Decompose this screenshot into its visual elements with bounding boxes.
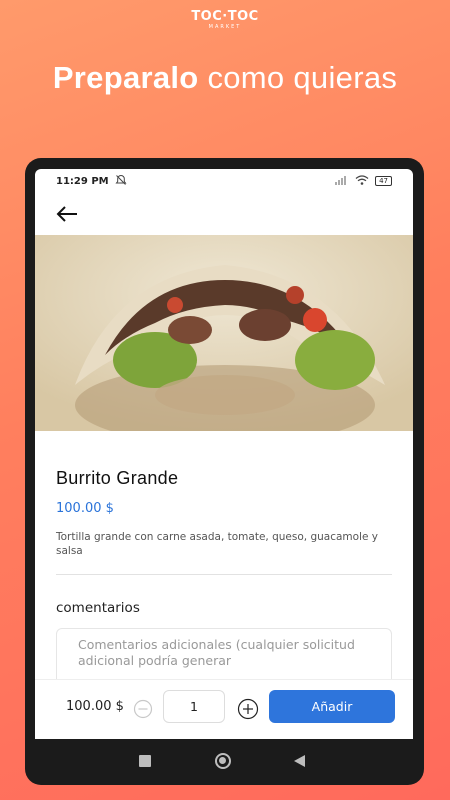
status-bar: 11:29 PM 47 [35,169,413,193]
status-icons: 47 [335,174,392,188]
nav-back-icon[interactable] [294,755,305,767]
do-not-disturb-icon [115,174,127,189]
product-details: Burrito Grande 100.00 $ Tortilla grande … [35,468,413,688]
status-time: 11:29 PM [56,175,109,187]
decrease-quantity-button[interactable] [133,699,153,719]
total-price: 100.00 $ [66,699,124,714]
quantity-field[interactable]: 1 [163,690,225,723]
system-nav-bar [25,739,424,785]
signal-icon [335,175,349,188]
comments-label: comentarios [56,600,140,616]
cart-bar: 100.00 $ 1 Añadir [35,679,413,739]
wifi-icon [355,174,369,188]
headline-bold: Preparalo [52,60,199,95]
top-bar [35,193,413,235]
phone-frame: 11:29 PM 47 Burrito Grande 100.00 $ Tort… [25,158,424,785]
headline-rest: como quieras [207,60,398,95]
product-image [35,235,413,431]
app-logo: TOC·TOC MARKET [0,9,450,31]
battery-icon: 47 [375,176,392,186]
home-icon[interactable] [215,753,231,769]
product-title: Burrito Grande [56,468,179,488]
product-price: 100.00 $ [56,501,114,516]
product-description: Tortilla grande con carne asada, tomate,… [56,531,378,557]
increase-quantity-button[interactable] [237,698,259,720]
logo-subtitle: MARKET [208,24,242,30]
phone-screen: 11:29 PM 47 Burrito Grande 100.00 $ Tort… [35,169,413,739]
back-arrow-icon[interactable] [55,199,85,229]
promo-headline: Preparalo como quieras [0,60,450,96]
recents-icon[interactable] [139,755,151,767]
logo-text: TOC·TOC [191,9,259,24]
add-to-cart-button[interactable]: Añadir [269,690,395,723]
divider [56,574,392,575]
